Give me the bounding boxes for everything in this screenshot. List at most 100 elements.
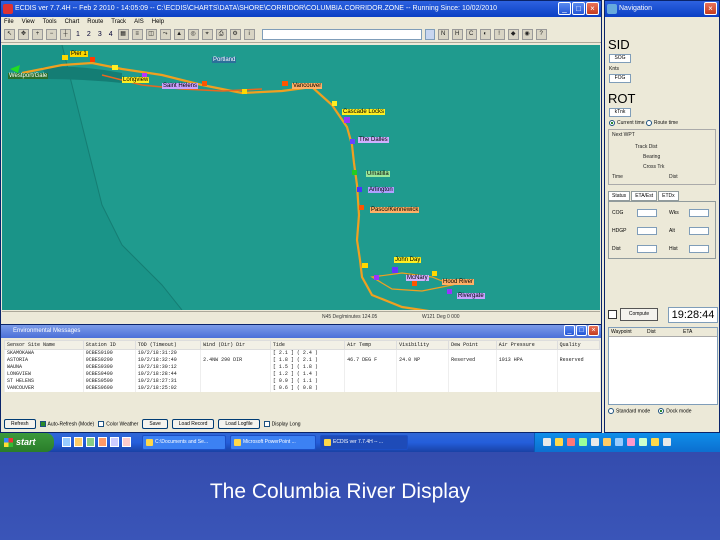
menu-chart[interactable]: Chart — [65, 17, 80, 27]
env-close-button[interactable]: × — [588, 325, 599, 336]
menu-view[interactable]: View — [22, 17, 35, 27]
map-label[interactable]: Rivergate — [457, 293, 485, 299]
wp-col-dist[interactable]: Dist — [645, 328, 681, 336]
ais-icon[interactable]: ◆ — [507, 29, 519, 40]
compute-button[interactable]: Compute — [620, 308, 658, 321]
zoom-level-4[interactable]: 4 — [107, 31, 115, 38]
map-label[interactable]: McNary — [406, 275, 429, 281]
standard-mode-radio[interactable]: Standard mode — [608, 408, 650, 414]
help-icon[interactable]: ? — [535, 29, 547, 40]
map-label[interactable]: Saint Helens — [162, 83, 199, 89]
cog-field[interactable] — [637, 209, 657, 218]
settings-icon[interactable]: ⚙ — [229, 29, 241, 40]
vessel-icon[interactable]: ▲ — [173, 29, 185, 40]
map-label[interactable]: Cascade Locks — [342, 109, 386, 115]
main-titlebar[interactable]: ECDIS ver 7.7.4H -- Feb 2 2010 - 14:05:0… — [1, 1, 601, 17]
route-time-radio[interactable]: Route time — [645, 120, 678, 126]
table-row[interactable]: LONGVIEW 0CBES9400 10/2/18:28:44[ 1.2 ] ( … — [4, 370, 600, 378]
col-sensor-site[interactable]: Sensor Site Name — [4, 340, 84, 350]
task-explorer[interactable]: C:\Documents and Se... — [142, 435, 226, 450]
map-label[interactable]: Hood River — [442, 279, 475, 285]
grid-icon[interactable]: ▦ — [117, 29, 129, 40]
map-label[interactable]: Portland — [212, 57, 237, 63]
tray-display-icon[interactable] — [615, 438, 623, 446]
col-air-temp[interactable]: Air Temp — [344, 340, 398, 350]
map-label[interactable]: Longview — [122, 77, 150, 83]
tray-battery-icon[interactable] — [651, 438, 659, 446]
table-row[interactable]: ASTORIA 0CBES9200 10/2/18:32:40 2.4NW 290 D… — [4, 356, 600, 364]
pointer-tool-icon[interactable]: ↖ — [4, 29, 15, 40]
nav-close-button[interactable]: × — [704, 2, 717, 15]
rot-button[interactable]: kTnk — [609, 108, 631, 117]
waypoint-list[interactable]: Waypoint Dist ETA — [608, 327, 718, 405]
fog-button[interactable]: FOG — [609, 74, 631, 83]
quicklaunch-ie-icon[interactable] — [62, 437, 71, 447]
chart-select-dropdown[interactable] — [424, 29, 435, 40]
tray-volume-icon[interactable] — [591, 438, 599, 446]
head-up-icon[interactable]: H — [451, 29, 463, 40]
map-label[interactable]: Umatilla — [366, 171, 390, 177]
quicklaunch-mail-icon[interactable] — [122, 437, 131, 447]
hdgp-field[interactable] — [637, 227, 657, 236]
map-label[interactable]: The Dalles — [358, 137, 389, 143]
print-icon[interactable]: ⎙ — [215, 29, 227, 40]
sog-button[interactable]: SOG — [609, 54, 631, 63]
info-icon[interactable]: i — [243, 29, 255, 40]
route-icon[interactable]: ⤳ — [159, 29, 171, 40]
env-titlebar[interactable]: Environmental Messages _ □ × — [1, 325, 601, 338]
dock-mode-radio[interactable]: Dock mode — [658, 408, 692, 414]
zoom-level-3[interactable]: 3 — [96, 31, 104, 38]
zoom-in-icon[interactable]: + — [32, 29, 43, 40]
tray-app-icon[interactable] — [603, 438, 611, 446]
tray-network-icon[interactable] — [543, 438, 551, 446]
zoom-level-1[interactable]: 1 — [74, 31, 82, 38]
menu-help[interactable]: Help — [152, 17, 164, 27]
quicklaunch-desktop-icon[interactable] — [86, 437, 95, 447]
color-weather-checkbox[interactable]: Color Weather — [98, 420, 138, 427]
col-tide[interactable]: Tide — [269, 340, 346, 350]
calendar-icon[interactable] — [608, 310, 617, 319]
menu-track[interactable]: Track — [111, 17, 126, 27]
menu-route[interactable]: Route — [87, 17, 103, 27]
wp-col-eta[interactable]: ETA — [681, 328, 717, 336]
menu-tools[interactable]: Tools — [43, 17, 57, 27]
col-wind[interactable]: Wind (Dir) Dir — [200, 340, 271, 350]
quicklaunch-app-icon[interactable] — [98, 437, 107, 447]
measure-icon[interactable]: ⌖ — [201, 29, 213, 40]
load-logfile-button[interactable]: Load Logfile — [218, 419, 260, 429]
auto-refresh-checkbox[interactable]: Auto-Refresh (Mode) — [39, 420, 94, 427]
tab-eta-est[interactable]: ETA/Est — [631, 191, 658, 202]
col-visibility[interactable]: Visibility — [396, 340, 450, 350]
pan-tool-icon[interactable]: ✥ — [18, 29, 29, 40]
map-label[interactable]: John Day — [394, 257, 422, 263]
display-long-checkbox[interactable]: Display Long — [263, 420, 301, 427]
tray-sync-icon[interactable] — [639, 438, 647, 446]
table-row[interactable]: ST HELENS 0CBES9500 10/2/18:27:31[ 0.9 ] (… — [4, 377, 600, 385]
save-button[interactable]: Save — [142, 419, 168, 429]
menu-file[interactable]: File — [4, 17, 14, 27]
refresh-button[interactable]: Refresh — [4, 419, 36, 429]
task-ecdis[interactable]: ECDIS ver 7.7.4H -- ... — [320, 435, 408, 450]
menu-ais[interactable]: AIS — [134, 17, 144, 27]
maximize-button[interactable]: □ — [572, 2, 585, 15]
tray-security-icon[interactable] — [567, 438, 575, 446]
course-up-icon[interactable]: C — [465, 29, 477, 40]
dist-field[interactable] — [637, 245, 657, 254]
tray-keyboard-icon[interactable] — [663, 438, 671, 446]
env-maximize-button[interactable]: □ — [576, 325, 587, 336]
map-label[interactable]: Pasco/Kennewick — [370, 207, 420, 213]
map-label[interactable]: Vancouver — [292, 83, 323, 89]
nav-titlebar[interactable]: Navigation × — [605, 1, 719, 17]
quicklaunch-media-icon[interactable] — [110, 437, 119, 447]
col-dew-point[interactable]: Dew Point — [448, 340, 497, 350]
ruler-icon[interactable]: ┼ — [60, 29, 71, 40]
hist-field[interactable] — [689, 245, 709, 254]
col-station-id[interactable]: Station ID — [82, 340, 136, 350]
wks-field[interactable] — [689, 209, 709, 218]
target-icon[interactable]: ◎ — [187, 29, 199, 40]
map-label[interactable]: Westport/Gale — [8, 73, 49, 79]
table-row[interactable]: VANCOUVER 0CBES9600 10/2/18:25:02[ 0.6 ] (… — [4, 384, 600, 392]
tray-update-icon[interactable] — [579, 438, 587, 446]
alt-field[interactable] — [689, 227, 709, 236]
zoom-level-2[interactable]: 2 — [85, 31, 93, 38]
